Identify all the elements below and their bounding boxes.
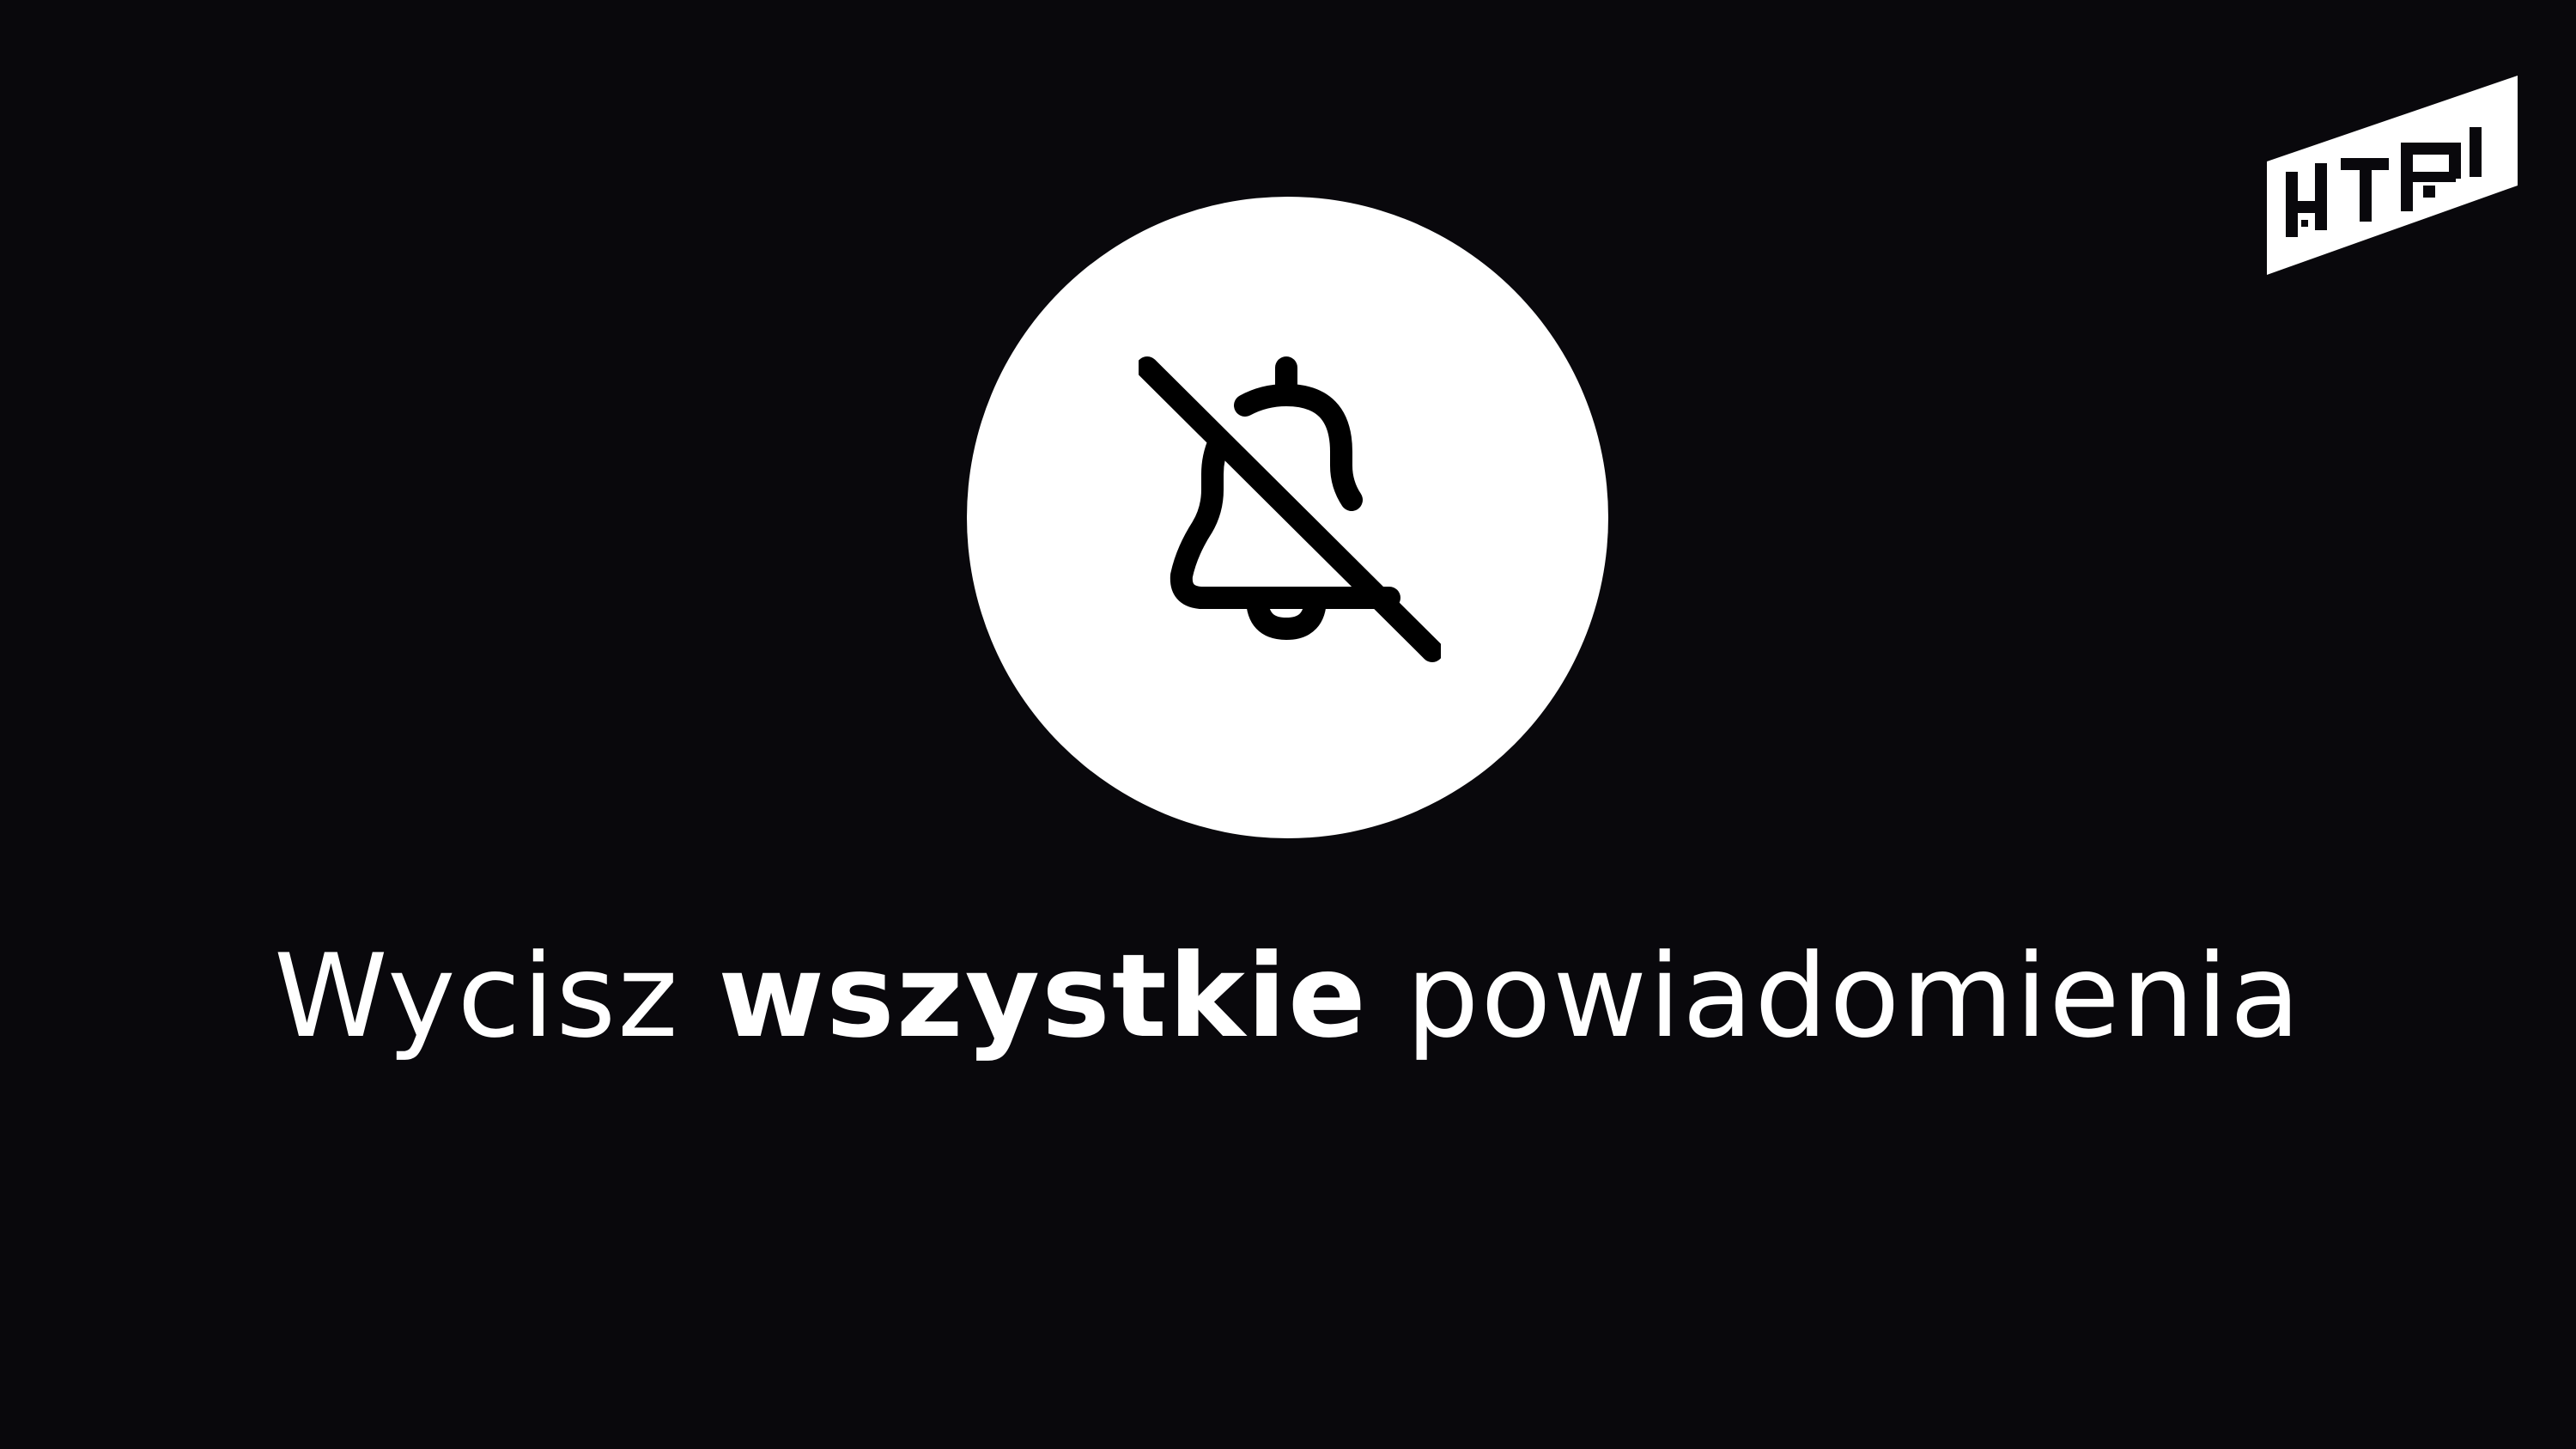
- htb-logo: [2267, 76, 2518, 275]
- caption-part2: powiadomienia: [1367, 929, 2302, 1063]
- caption-bold: wszystkie: [718, 929, 1368, 1063]
- screen: Wycisz wszystkie powiadomienia: [0, 0, 2576, 1449]
- caption-part1: Wycisz: [274, 929, 719, 1063]
- bell-off-icon: [1139, 356, 1441, 662]
- mute-all-notifications-caption: Wycisz wszystkie powiadomienia: [0, 928, 2576, 1065]
